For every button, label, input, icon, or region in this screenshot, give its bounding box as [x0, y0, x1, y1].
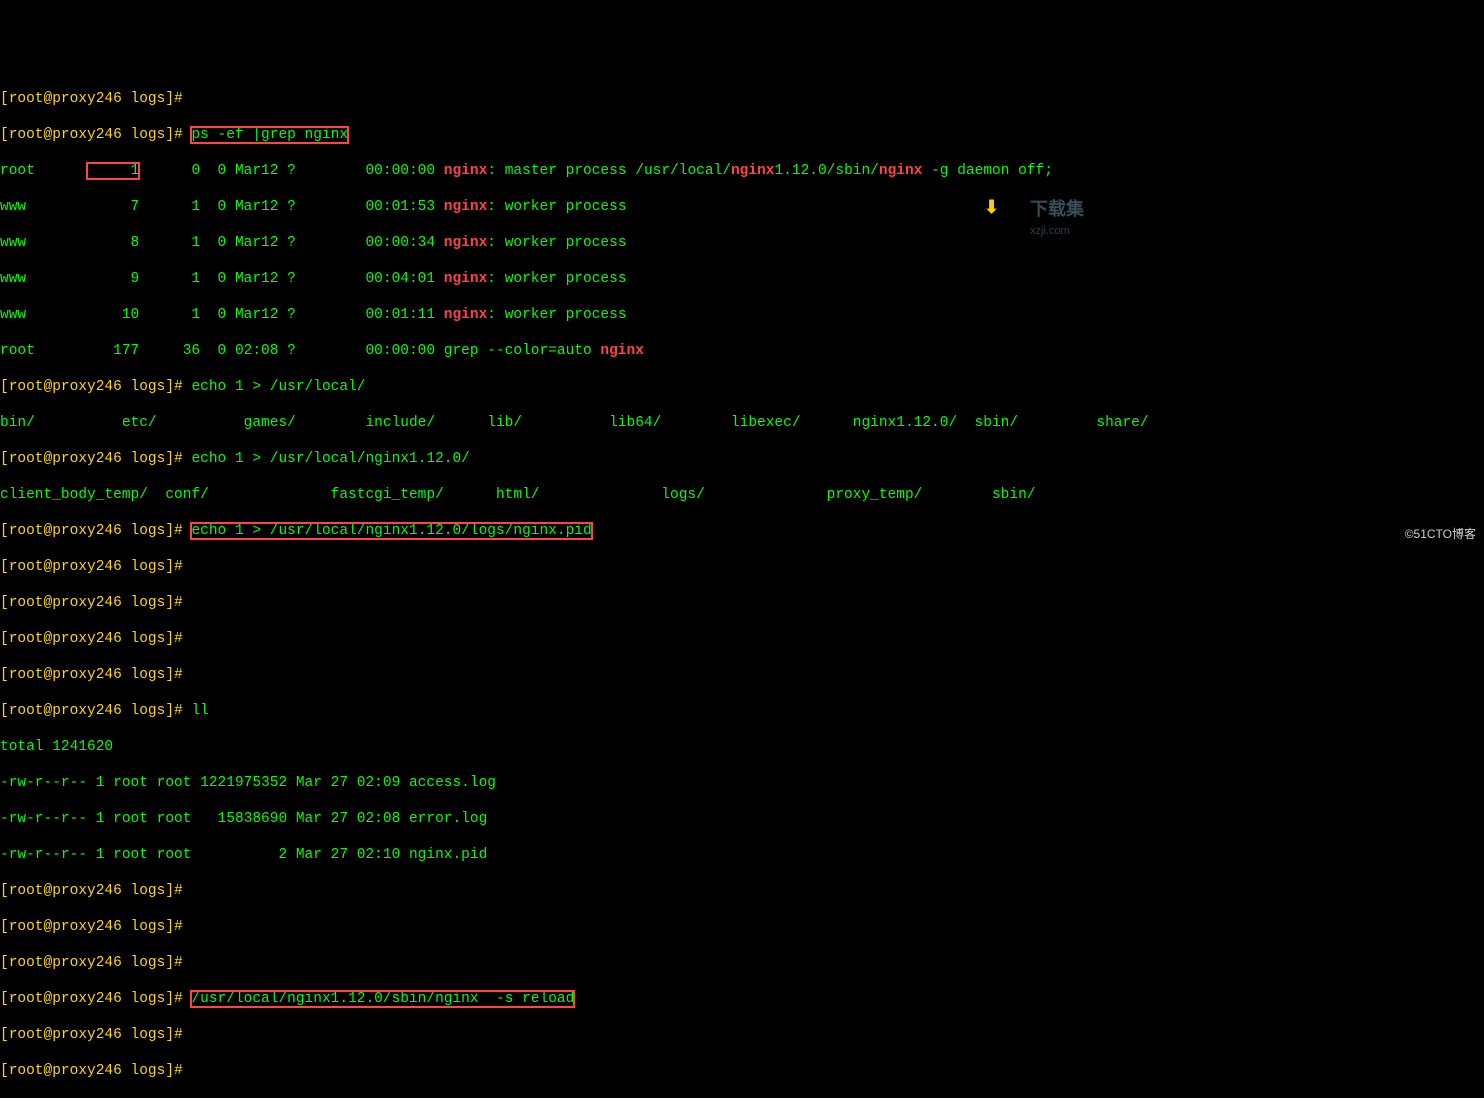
empty-prompt-3: [root@proxy246 logs]#	[0, 630, 1484, 648]
line-bottom-cut: [root@proxy246 logs]#	[0, 1062, 1484, 1080]
empty-prompt-8: [root@proxy246 logs]#	[0, 1026, 1484, 1044]
line-reload: [root@proxy246 logs]# /usr/local/nginx1.…	[0, 990, 1484, 1008]
watermark-logo: ⬇	[984, 200, 999, 219]
empty-prompt-7: [root@proxy246 logs]#	[0, 954, 1484, 972]
tab-complete-1: bin/ etc/ games/ include/ lib/ lib64/ li…	[0, 414, 1484, 432]
line-echo-pid: [root@proxy246 logs]# echo 1 > /usr/loca…	[0, 522, 1484, 540]
terminal[interactable]: [root@proxy246 logs]# [root@proxy246 log…	[0, 72, 1484, 1098]
empty-prompt-4: [root@proxy246 logs]#	[0, 666, 1484, 684]
line-echo-local: [root@proxy246 logs]# echo 1 > /usr/loca…	[0, 378, 1484, 396]
empty-prompt-6: [root@proxy246 logs]#	[0, 918, 1484, 936]
pid-1-box: 1	[87, 163, 139, 179]
ps-row-1: www 7 1 0 Mar12 ? 00:01:53 nginx: worker…	[0, 198, 1484, 216]
ps-row-2: www 8 1 0 Mar12 ? 00:00:34 nginx: worker…	[0, 234, 1484, 252]
footer-watermark: ©51CTO博客	[1405, 525, 1476, 543]
line-ps: [root@proxy246 logs]# ps -ef |grep nginx	[0, 126, 1484, 144]
watermark-url: xzji.com	[1030, 222, 1070, 240]
ll-row-0: -rw-r--r-- 1 root root 1221975352 Mar 27…	[0, 774, 1484, 792]
line-top-cut: [root@proxy246 logs]#	[0, 90, 1484, 108]
line-echo-nginxdir: [root@proxy246 logs]# echo 1 > /usr/loca…	[0, 450, 1484, 468]
arrow-down-icon: ⬇	[984, 199, 999, 219]
ps-row-5: root 177 36 0 02:08 ? 00:00:00 grep --co…	[0, 342, 1484, 360]
ll-row-2: -rw-r--r-- 1 root root 2 Mar 27 02:10 ng…	[0, 846, 1484, 864]
ll-total: total 1241620	[0, 738, 1484, 756]
tab-complete-2: client_body_temp/ conf/ fastcgi_temp/ ht…	[0, 486, 1484, 504]
ps-row-3: www 9 1 0 Mar12 ? 00:04:01 nginx: worker…	[0, 270, 1484, 288]
cmd-reload: /usr/local/nginx1.12.0/sbin/nginx -s rel…	[191, 991, 574, 1007]
watermark-text: 下载集	[1030, 200, 1084, 218]
nginx-hl: nginx	[444, 163, 488, 179]
cmd-echo-pid: echo 1 > /usr/local/nginx1.12.0/logs/ngi…	[191, 523, 591, 539]
line-ll: [root@proxy246 logs]# ll	[0, 702, 1484, 720]
empty-prompt-1: [root@proxy246 logs]#	[0, 558, 1484, 576]
ps-row-4: www 10 1 0 Mar12 ? 00:01:11 nginx: worke…	[0, 306, 1484, 324]
empty-prompt-2: [root@proxy246 logs]#	[0, 594, 1484, 612]
empty-prompt-5: [root@proxy246 logs]#	[0, 882, 1484, 900]
ps-row-0: root 1 0 0 Mar12 ? 00:00:00 nginx: maste…	[0, 162, 1484, 180]
ll-row-1: -rw-r--r-- 1 root root 15838690 Mar 27 0…	[0, 810, 1484, 828]
cmd-ps: ps -ef |grep nginx	[191, 127, 348, 143]
